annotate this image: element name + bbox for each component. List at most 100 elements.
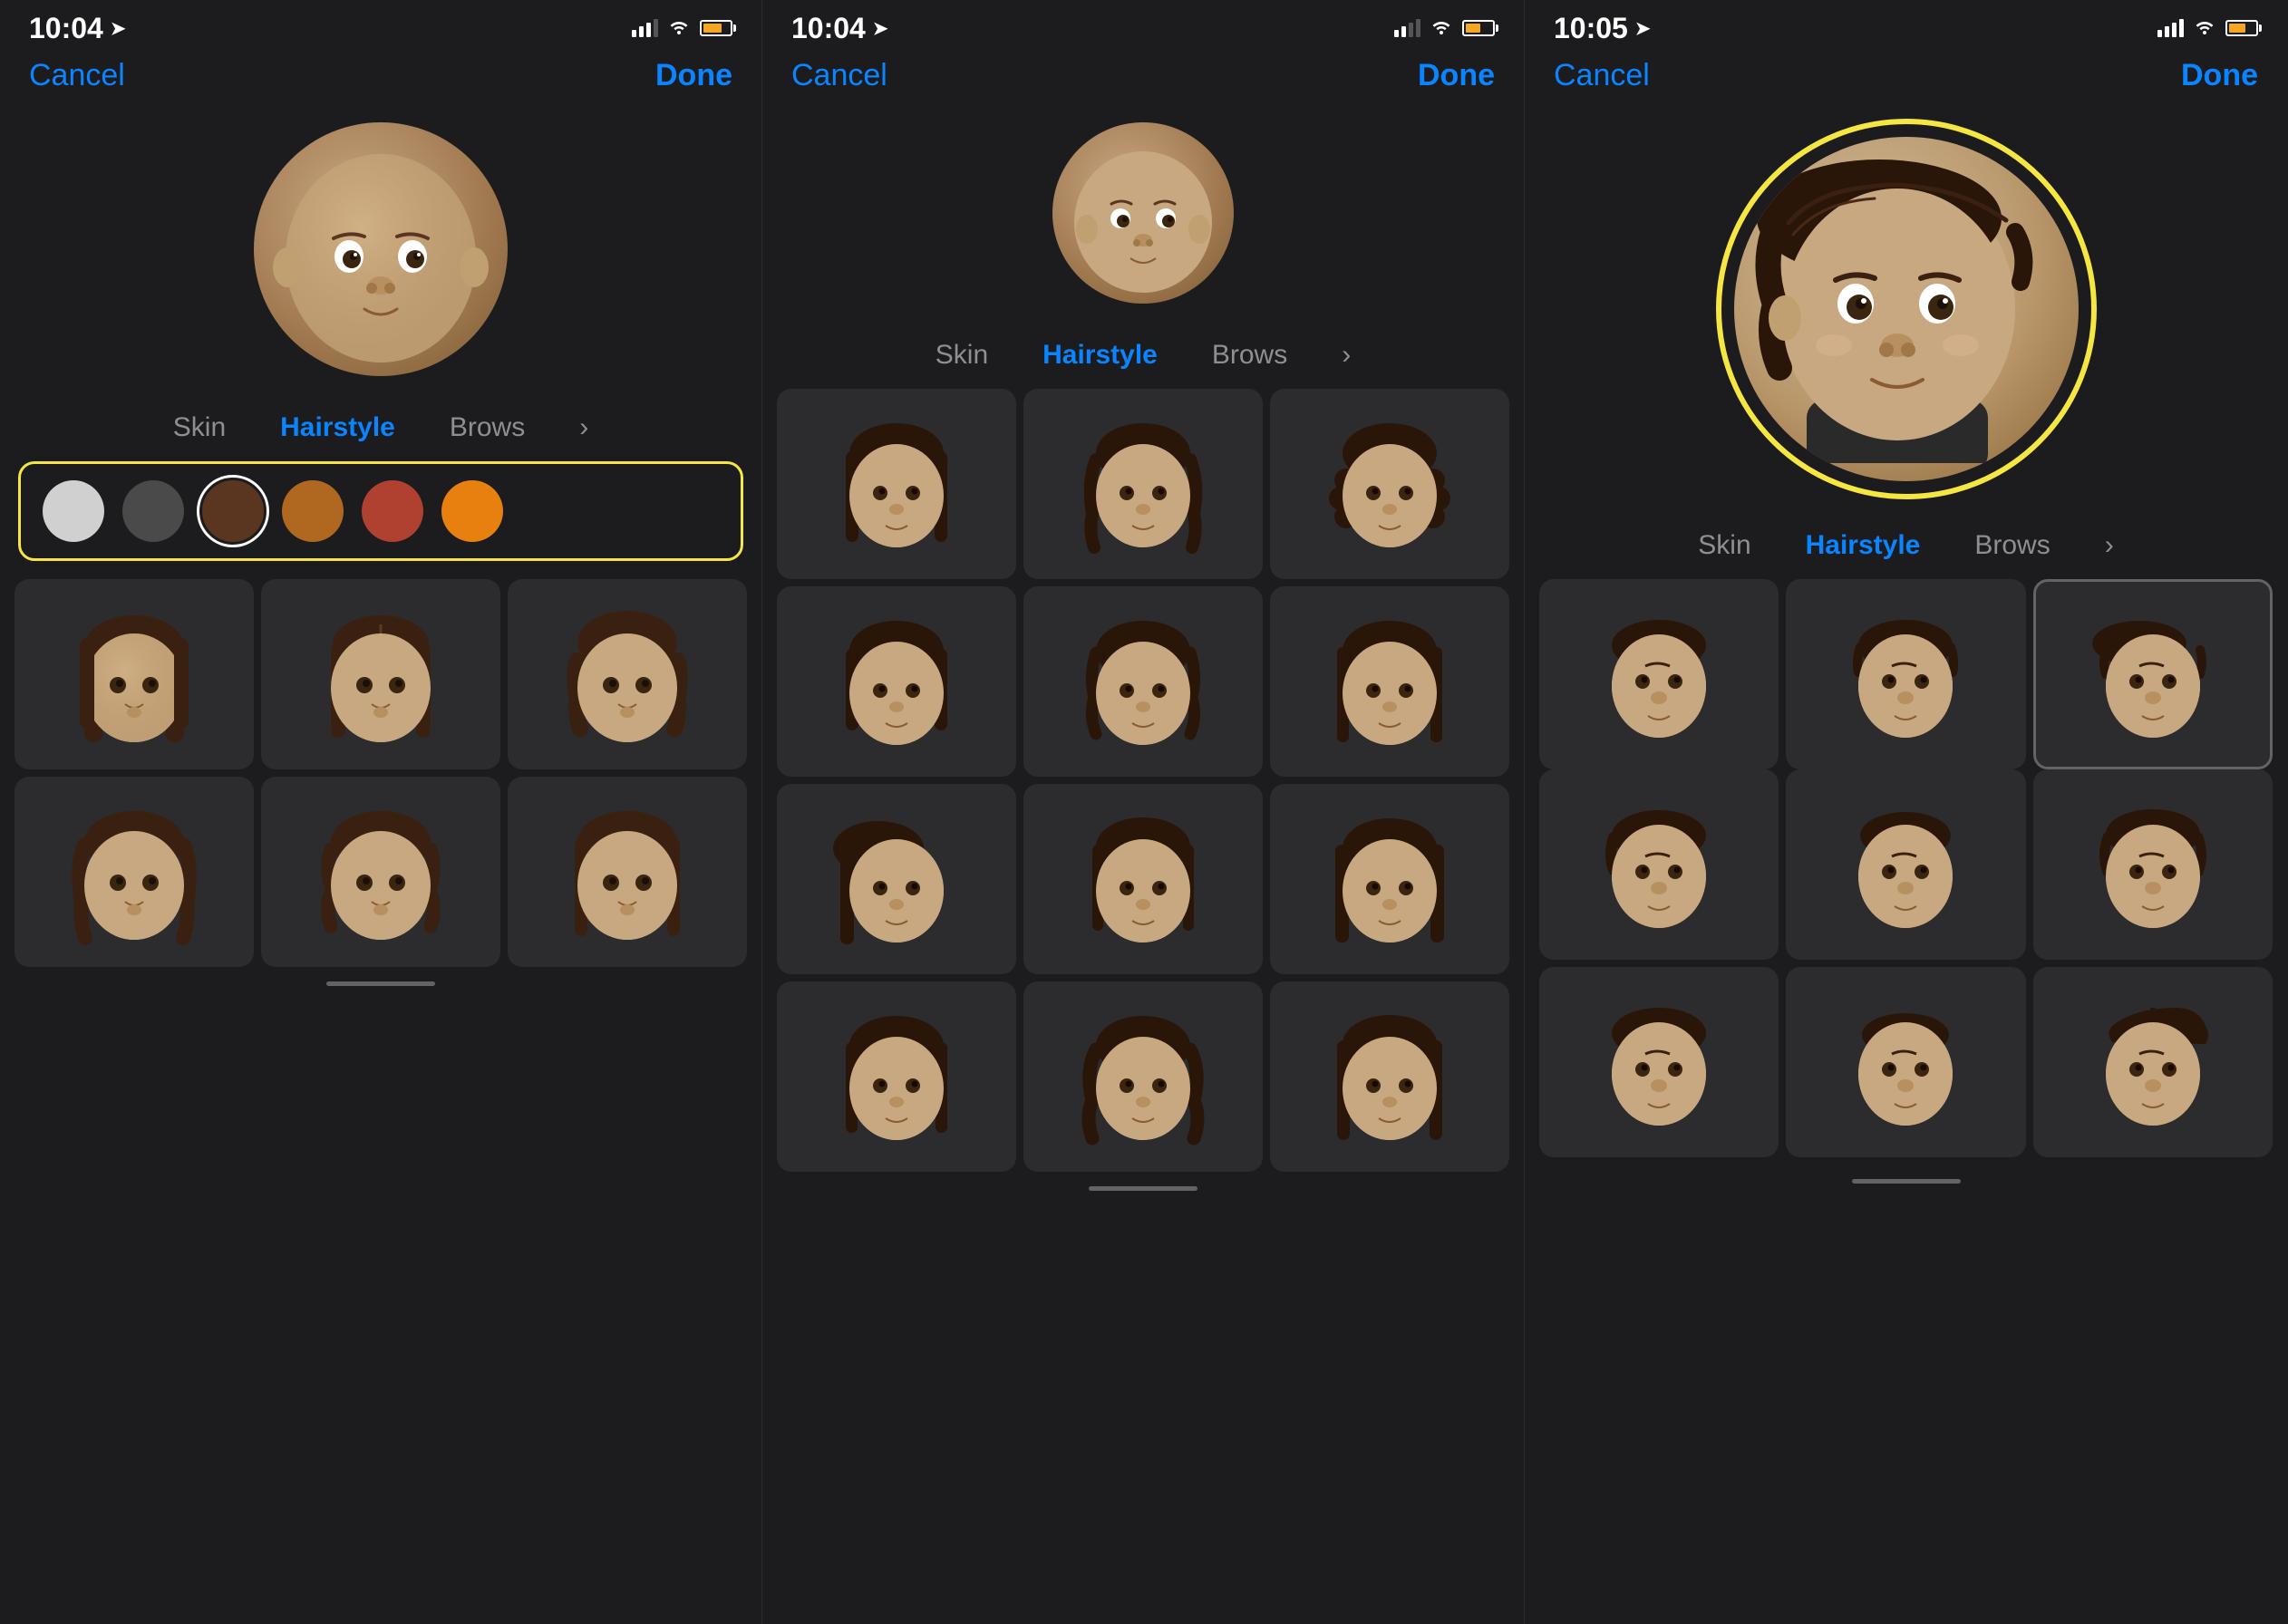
hairstyle-grid-1 xyxy=(0,579,761,967)
avatar-preview-1 xyxy=(0,104,761,403)
color-swatch-row-1 xyxy=(18,461,743,561)
hair-option-2-3[interactable] xyxy=(1270,389,1509,579)
tab-hairstyle-3[interactable]: Hairstyle xyxy=(1806,530,1921,561)
hair-option-3-7[interactable] xyxy=(1539,967,1779,1157)
hair-option-2-4[interactable] xyxy=(777,586,1016,777)
scroll-indicator-3 xyxy=(1852,1179,1961,1184)
signal-2 xyxy=(1394,19,1420,37)
hair-option-3-2[interactable] xyxy=(1786,579,2025,769)
hair-option-1[interactable] xyxy=(15,579,254,769)
more-tabs-2: › xyxy=(1342,340,1351,371)
signal-3 xyxy=(2157,19,2184,37)
scroll-indicator-1 xyxy=(326,981,435,986)
avatar-preview-2 xyxy=(762,104,1524,331)
phone-panel-1: 10:04 ➤ Cancel Done xyxy=(0,0,762,1624)
location-icon-1: ➤ xyxy=(111,17,126,40)
avatar-2 xyxy=(1052,122,1234,304)
location-icon-3: ➤ xyxy=(1635,17,1651,40)
hair-option-5[interactable] xyxy=(261,777,500,967)
avatar-1 xyxy=(254,122,508,376)
color-swatch-orange-1[interactable] xyxy=(441,480,503,542)
nav-bar-3: Cancel Done xyxy=(1525,51,2287,104)
status-icons-2 xyxy=(1394,16,1495,40)
tab-brows-1[interactable]: Brows xyxy=(450,412,525,443)
nav-bar-2: Cancel Done xyxy=(762,51,1524,104)
done-button-2[interactable]: Done xyxy=(1418,58,1495,93)
status-bar-2: 10:04 ➤ xyxy=(762,0,1524,51)
hair-option-2-9[interactable] xyxy=(1270,784,1509,974)
hair-option-2-11[interactable] xyxy=(1023,981,1263,1172)
time-2: 10:04 xyxy=(791,12,866,45)
tab-skin-1[interactable]: Skin xyxy=(173,412,226,443)
wifi-icon-3 xyxy=(2193,16,2216,40)
hair-option-3[interactable] xyxy=(508,579,747,769)
phone-panel-2: 10:04 ➤ Cancel Done xyxy=(762,0,1525,1624)
tabs-2: Skin Hairstyle Brows › xyxy=(762,331,1524,389)
tabs-1: Skin Hairstyle Brows › xyxy=(0,403,761,461)
avatar-3 xyxy=(1734,137,2079,481)
color-swatch-white-1[interactable] xyxy=(43,480,104,542)
hairstyle-grid-3-row2 xyxy=(1525,769,2287,967)
color-swatch-amber-1[interactable] xyxy=(282,480,344,542)
status-time-3: 10:05 ➤ xyxy=(1554,12,1651,45)
status-time-2: 10:04 ➤ xyxy=(791,12,888,45)
battery-icon-2 xyxy=(1462,20,1495,36)
avatar-preview-3 xyxy=(1525,104,2287,521)
color-swatch-red-1[interactable] xyxy=(362,480,423,542)
hairstyle-grid-2 xyxy=(762,389,1524,1172)
status-time-1: 10:04 ➤ xyxy=(29,12,126,45)
hair-option-2-10[interactable] xyxy=(777,981,1016,1172)
cancel-button-1[interactable]: Cancel xyxy=(29,58,125,93)
battery-icon-3 xyxy=(2225,20,2258,36)
phone-panel-3: 10:05 ➤ Cancel Done xyxy=(1525,0,2287,1624)
tab-brows-2[interactable]: Brows xyxy=(1212,340,1287,371)
memoji-face-svg-1 xyxy=(263,131,499,367)
cancel-button-2[interactable]: Cancel xyxy=(791,58,887,93)
tab-hairstyle-1[interactable]: Hairstyle xyxy=(280,412,395,443)
more-tabs-3: › xyxy=(2105,530,2114,561)
hairstyle-grid-3 xyxy=(1525,579,2287,769)
hair-option-3-1[interactable] xyxy=(1539,579,1779,769)
scroll-indicator-2 xyxy=(1089,1186,1197,1191)
hair-option-6[interactable] xyxy=(508,777,747,967)
nav-bar-1: Cancel Done xyxy=(0,51,761,104)
location-icon-2: ➤ xyxy=(873,17,888,40)
tab-hairstyle-2[interactable]: Hairstyle xyxy=(1042,340,1158,371)
wifi-icon-1 xyxy=(667,16,691,40)
tabs-3: Skin Hairstyle Brows › xyxy=(1525,521,2287,579)
tab-skin-2[interactable]: Skin xyxy=(936,340,988,371)
battery-icon-1 xyxy=(700,20,732,36)
hair-option-3-5[interactable] xyxy=(1786,769,2025,960)
done-button-3[interactable]: Done xyxy=(2181,58,2258,93)
hair-option-2-6[interactable] xyxy=(1270,586,1509,777)
status-icons-3 xyxy=(2157,16,2258,40)
tab-brows-3[interactable]: Brows xyxy=(1974,530,2050,561)
color-swatch-dark-1[interactable] xyxy=(122,480,184,542)
selection-ring-3 xyxy=(1716,119,2097,499)
more-tabs-indicator-1: › xyxy=(579,412,588,443)
hair-option-2[interactable] xyxy=(261,579,500,769)
hair-option-3-3[interactable] xyxy=(2033,579,2273,769)
hair-option-2-7[interactable] xyxy=(777,784,1016,974)
wifi-icon-2 xyxy=(1430,16,1453,40)
hair-option-2-12[interactable] xyxy=(1270,981,1509,1172)
hair-option-2-8[interactable] xyxy=(1023,784,1263,974)
status-bar-1: 10:04 ➤ xyxy=(0,0,761,51)
hair-option-3-4[interactable] xyxy=(1539,769,1779,960)
signal-1 xyxy=(632,19,658,37)
hair-option-2-2[interactable] xyxy=(1023,389,1263,579)
hair-option-2-1[interactable] xyxy=(777,389,1016,579)
hair-option-3-6[interactable] xyxy=(2033,769,2273,960)
done-button-1[interactable]: Done xyxy=(655,58,732,93)
tab-skin-3[interactable]: Skin xyxy=(1698,530,1750,561)
hair-option-2-5[interactable] xyxy=(1023,586,1263,777)
color-swatch-brown-1[interactable] xyxy=(202,480,264,542)
hair-option-4[interactable] xyxy=(15,777,254,967)
time-1: 10:04 xyxy=(29,12,103,45)
hairstyle-grid-3-row3 xyxy=(1525,967,2287,1165)
hair-option-3-9[interactable] xyxy=(2033,967,2273,1157)
cancel-button-3[interactable]: Cancel xyxy=(1554,58,1650,93)
hair-option-3-8[interactable] xyxy=(1786,967,2025,1157)
status-bar-3: 10:05 ➤ xyxy=(1525,0,2287,51)
time-3: 10:05 xyxy=(1554,12,1628,45)
